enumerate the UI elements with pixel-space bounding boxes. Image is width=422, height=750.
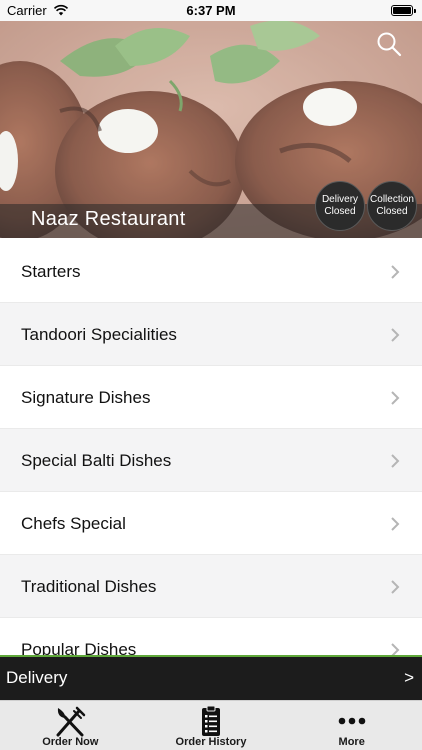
menu-category-label: Special Balti Dishes xyxy=(21,451,172,470)
fork-knife-icon xyxy=(56,706,86,737)
menu-category-signature-dishes[interactable]: Signature Dishes xyxy=(0,366,422,429)
restaurant-header: Naaz Restaurant Delivery Closed Collecti… xyxy=(0,21,422,238)
chevron-right-icon xyxy=(391,454,400,468)
delivery-arrow-icon: > xyxy=(404,668,414,687)
menu-category-traditional-dishes[interactable]: Traditional Dishes xyxy=(0,555,422,618)
menu-category-label: Starters xyxy=(21,262,81,281)
delivery-status-title: Delivery xyxy=(321,194,359,205)
chevron-right-icon xyxy=(391,580,400,594)
ellipsis-icon xyxy=(338,717,365,725)
battery-icon xyxy=(391,5,416,16)
chevron-right-icon xyxy=(391,265,400,279)
tab-label: Order History xyxy=(175,736,247,748)
app-screen: Carrier 6:37 PM Naaz Restaurant Delivery… xyxy=(0,0,422,750)
chevron-right-icon xyxy=(391,328,400,342)
menu-category-label: Signature Dishes xyxy=(21,388,151,407)
clipboard-icon xyxy=(202,705,220,736)
tab-more[interactable]: More xyxy=(281,701,422,750)
menu-category-popular-dishes[interactable]: Popular Dishes xyxy=(0,618,422,656)
collection-status-badge: Collection Closed xyxy=(367,181,417,231)
menu-category-special-balti-dishes[interactable]: Special Balti Dishes xyxy=(0,429,422,492)
menu-category-list: Starters Tandoori Specialities Signature… xyxy=(0,240,422,656)
menu-category-label: Chefs Special xyxy=(21,514,126,533)
chevron-right-icon xyxy=(391,517,400,531)
status-time: 6:37 PM xyxy=(186,3,236,18)
delivery-status-value: Closed xyxy=(324,206,356,217)
collection-status-title: Collection xyxy=(370,194,414,205)
status-bar: Carrier 6:37 PM xyxy=(0,0,422,21)
delivery-mode-label: Delivery xyxy=(6,668,68,687)
search-icon[interactable] xyxy=(376,31,402,57)
menu-category-tandoori-specialities[interactable]: Tandoori Specialities xyxy=(0,303,422,366)
delivery-mode-bar[interactable]: Delivery > xyxy=(0,657,422,700)
tab-order-history[interactable]: Order History xyxy=(141,701,282,750)
tab-label: Order Now xyxy=(42,736,99,748)
tab-order-now[interactable]: Order Now xyxy=(0,701,141,750)
tab-label: More xyxy=(338,736,365,748)
bottom-tab-bar: Order Now Order History More xyxy=(0,700,422,750)
menu-category-label: Tandoori Specialities xyxy=(21,325,177,344)
menu-category-label: Popular Dishes xyxy=(21,640,137,656)
menu-category-starters[interactable]: Starters xyxy=(0,240,422,303)
restaurant-name: Naaz Restaurant xyxy=(31,208,186,230)
delivery-status-badge: Delivery Closed xyxy=(315,181,365,231)
menu-category-label: Traditional Dishes xyxy=(21,577,157,596)
collection-status-value: Closed xyxy=(376,206,408,217)
menu-category-chefs-special[interactable]: Chefs Special xyxy=(0,492,422,555)
chevron-right-icon xyxy=(391,391,400,405)
